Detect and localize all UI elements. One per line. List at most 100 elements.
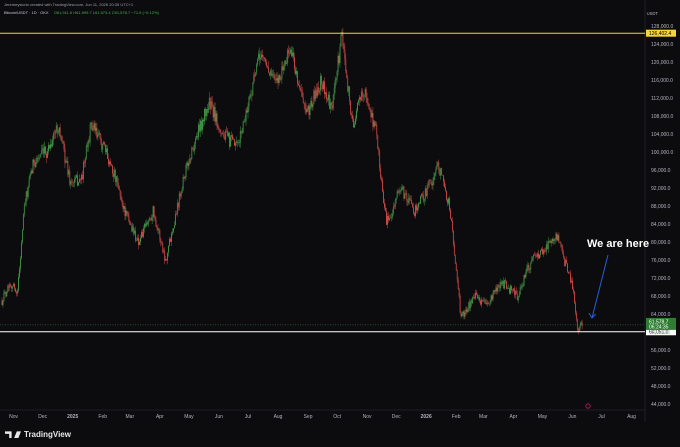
- candle-body: [324, 82, 325, 95]
- candle-body: [368, 103, 369, 104]
- candle-body: [422, 194, 423, 195]
- candle-body: [362, 91, 363, 96]
- price-chart[interactable]: 126,402.460,051.061,578.706:24:35 44,000…: [0, 0, 680, 442]
- x-tick-label: Sep: [304, 414, 313, 420]
- candle-body: [505, 280, 506, 281]
- candle-body: [549, 241, 550, 242]
- x-tick-label: Mar: [126, 414, 135, 420]
- candle-body: [214, 107, 215, 117]
- candle-body: [205, 109, 206, 116]
- y-tick-label: 104,000.0: [651, 132, 673, 138]
- candle-body: [149, 218, 150, 221]
- candle-body: [398, 191, 399, 192]
- candle-body: [151, 219, 152, 221]
- candle-body: [582, 323, 583, 326]
- candle-body: [213, 105, 214, 117]
- candle-body: [581, 323, 582, 324]
- candle-body: [409, 198, 410, 200]
- candle-body: [492, 296, 493, 300]
- candle-body: [293, 53, 294, 58]
- candle-body: [250, 95, 251, 97]
- candle-body: [142, 232, 143, 237]
- tradingview-logo[interactable]: TradingView: [5, 430, 71, 439]
- candle-body: [399, 192, 400, 193]
- candle-body: [412, 204, 413, 207]
- candle-body: [30, 174, 31, 179]
- candle-body: [352, 115, 353, 119]
- candle-body: [406, 194, 407, 201]
- symbol-legend[interactable]: Bitcoin/USDT · 1D · OKX O61,911.6 H61,99…: [4, 10, 159, 15]
- candle-body: [542, 249, 543, 254]
- candle-body: [207, 109, 208, 113]
- candle-body: [224, 136, 225, 139]
- candle-body: [125, 206, 126, 216]
- candle-body: [429, 180, 430, 186]
- candle-body: [98, 135, 99, 137]
- candle-body: [418, 203, 419, 207]
- candle-body: [548, 241, 549, 249]
- candle-body: [252, 83, 253, 95]
- candle-body: [522, 286, 523, 288]
- x-tick-label: Nov: [9, 414, 18, 420]
- candle-body: [520, 288, 521, 295]
- candle-body: [436, 170, 437, 173]
- candle-body: [411, 200, 412, 204]
- candle-body: [335, 80, 336, 88]
- candle-body: [112, 166, 113, 174]
- candle-body: [323, 82, 324, 89]
- tradingview-mark2-icon: [14, 431, 21, 438]
- candle-body: [421, 194, 422, 196]
- ohlc-values: O61,911.6 H61,999.7 L61,573.4 C61,578.7 …: [54, 10, 159, 15]
- candle-body: [52, 140, 53, 147]
- candle-body: [57, 125, 58, 132]
- candle-body: [541, 249, 542, 251]
- candle-body: [400, 191, 401, 192]
- candle-body: [51, 144, 52, 146]
- candle-body: [256, 64, 257, 72]
- candle-body: [544, 250, 545, 252]
- candle-body: [187, 163, 188, 165]
- candle-body: [182, 189, 183, 193]
- candle-body: [21, 242, 22, 258]
- candle-body: [423, 195, 424, 201]
- candle-body: [540, 250, 541, 254]
- candle-body: [276, 79, 277, 80]
- y-tick-label: 76,000.0: [651, 258, 671, 264]
- candle-body: [439, 170, 440, 176]
- candle-body: [209, 98, 210, 107]
- candle-body: [358, 100, 359, 103]
- candle-body: [566, 260, 567, 263]
- x-tick-label: Aug: [274, 414, 283, 420]
- symbol-title[interactable]: Bitcoin/USDT · 1D · OKX: [4, 10, 49, 15]
- candle-body: [107, 148, 108, 159]
- candle-body: [78, 182, 79, 185]
- candle-body: [217, 113, 218, 126]
- candle-body: [543, 250, 544, 254]
- candle-body: [437, 165, 438, 169]
- candle-body: [104, 142, 105, 145]
- candle-body: [185, 177, 186, 178]
- candle-body: [87, 145, 88, 146]
- candle-body: [43, 148, 44, 153]
- candle-body: [131, 225, 132, 232]
- candle-body: [495, 290, 496, 291]
- candle-body: [480, 301, 481, 305]
- candle-body: [288, 50, 289, 54]
- candle-body: [417, 207, 418, 210]
- candle-body: [361, 91, 362, 100]
- candle-body: [141, 232, 142, 238]
- candle-body: [6, 292, 7, 296]
- candle-body: [145, 224, 146, 226]
- candle-body: [534, 254, 535, 255]
- candle-body: [380, 168, 381, 178]
- candle-body: [91, 123, 92, 125]
- x-tick-label: Mar: [479, 414, 488, 420]
- candle-body: [137, 238, 138, 240]
- candle-body: [268, 67, 269, 73]
- candle-body: [519, 294, 520, 297]
- candle-body: [532, 257, 533, 259]
- candle-body: [575, 303, 576, 313]
- candle-body: [372, 113, 373, 117]
- candle-body: [309, 106, 310, 115]
- candle-body: [244, 121, 245, 122]
